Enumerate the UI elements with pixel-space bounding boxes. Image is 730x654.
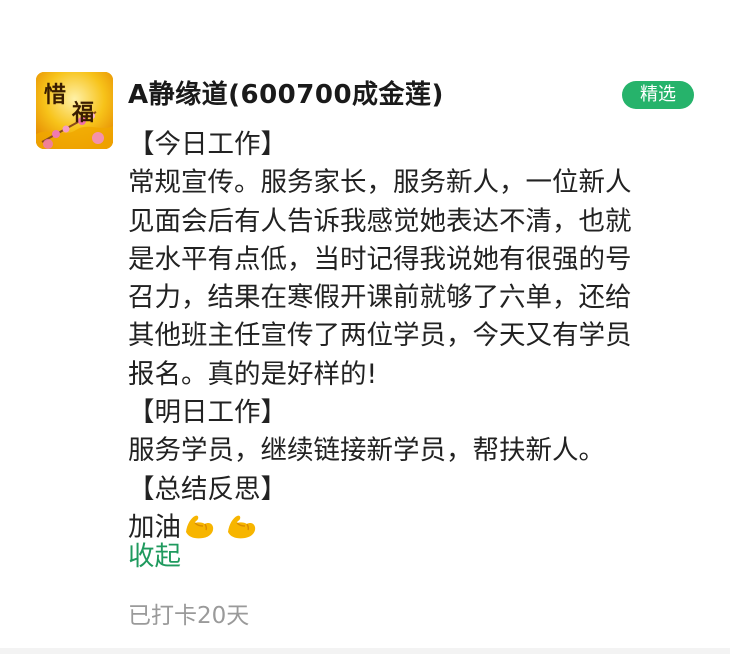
checkin-count: 已打卡20天: [128, 603, 250, 629]
avatar-char-1: 惜: [44, 82, 66, 108]
content-line: 【总结反思】: [128, 473, 287, 505]
featured-badge[interactable]: 精选: [622, 81, 694, 109]
content-line-last: 加油: [128, 509, 693, 551]
content-line: 其他班主任宣传了两位学员，今天又有学员: [128, 320, 632, 352]
flexed-biceps-icon: [228, 515, 256, 539]
content-line: 是水平有点低，当时记得我说她有很强的号: [128, 243, 632, 275]
fortune-avatar-icon[interactable]: 惜 福: [36, 72, 113, 149]
content-line: 常规宣传。服务家长，服务新人，一位新人: [128, 167, 632, 199]
collapse-button[interactable]: 收起: [128, 538, 181, 576]
username[interactable]: A静缘道(600700成金莲): [128, 74, 444, 111]
post-card: 惜 福 A静缘道(600700成金莲) 精选 【今日工作】 常规宣传。服务家长，…: [0, 0, 730, 654]
content-line: 【今日工作】: [128, 129, 287, 160]
post-content: 【今日工作】 常规宣传。服务家长，服务新人，一位新人 见面会后有人告诉我感觉她表…: [128, 126, 693, 551]
content-line: 【明日工作】: [128, 397, 287, 429]
flexed-biceps-icon: [186, 515, 214, 539]
content-line: 召力，结果在寒假开课前就够了六单，还给: [128, 282, 632, 314]
divider: [0, 648, 730, 654]
content-line: 见面会后有人告诉我感觉她表达不清，也就: [128, 205, 632, 237]
content-line: 报名。真的是好样的!: [128, 358, 378, 390]
content-line: 服务学员，继续链接新学员，帮扶新人。: [128, 435, 605, 467]
avatar-char-2: 福: [71, 100, 94, 126]
emoji-group: [183, 510, 259, 551]
